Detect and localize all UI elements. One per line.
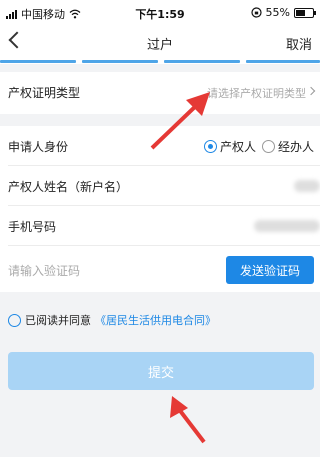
radio-unchecked-icon[interactable] <box>261 140 275 153</box>
verification-row: 发送验证码 <box>0 250 320 290</box>
agreement-checkbox[interactable] <box>8 313 21 327</box>
agreement-row: 已阅读并同意 《居民生活供用电合同》 <box>8 312 216 328</box>
cert-type-label: 产权证明类型 <box>8 86 81 100</box>
send-code-button[interactable]: 发送验证码 <box>226 256 314 284</box>
phone-value-redacted[interactable] <box>254 220 320 232</box>
identity-label: 申请人身份 <box>8 140 69 154</box>
contract-link[interactable]: 《居民生活供用电合同》 <box>95 312 216 328</box>
owner-name-label: 产权人姓名（新户名） <box>8 180 129 194</box>
owner-name-value-redacted[interactable] <box>294 180 320 192</box>
battery-percent: 55% <box>265 6 290 19</box>
identity-radio-group: 产权人 经办人 <box>203 138 314 155</box>
cancel-button[interactable]: 取消 <box>286 34 312 53</box>
progress-segment <box>164 60 240 63</box>
page-title: 过户 <box>146 38 173 53</box>
phone-row: 手机号码 <box>0 206 320 246</box>
identity-option-agent[interactable]: 经办人 <box>261 138 314 155</box>
cert-type-select[interactable]: 请选择产权证明类型 <box>207 85 306 101</box>
annotation-arrow-icon <box>150 92 210 150</box>
progress-segment <box>246 60 320 63</box>
nav-bar: 过户 取消 <box>0 26 320 58</box>
rotation-lock-icon <box>250 7 262 18</box>
progress-segment <box>0 60 76 63</box>
submit-button[interactable]: 提交 <box>8 352 314 390</box>
battery-icon <box>294 7 316 18</box>
progress-segment <box>82 60 158 63</box>
agreement-text: 已阅读并同意 <box>25 314 91 327</box>
step-progress <box>0 58 320 64</box>
owner-name-row: 产权人姓名（新户名） <box>0 166 320 206</box>
annotation-arrow-icon <box>170 396 206 444</box>
status-bar: 中国移动 下午1:59 55% <box>0 0 320 26</box>
chevron-right-icon <box>306 86 316 96</box>
phone-label: 手机号码 <box>8 220 57 234</box>
verification-code-input[interactable] <box>8 262 208 280</box>
